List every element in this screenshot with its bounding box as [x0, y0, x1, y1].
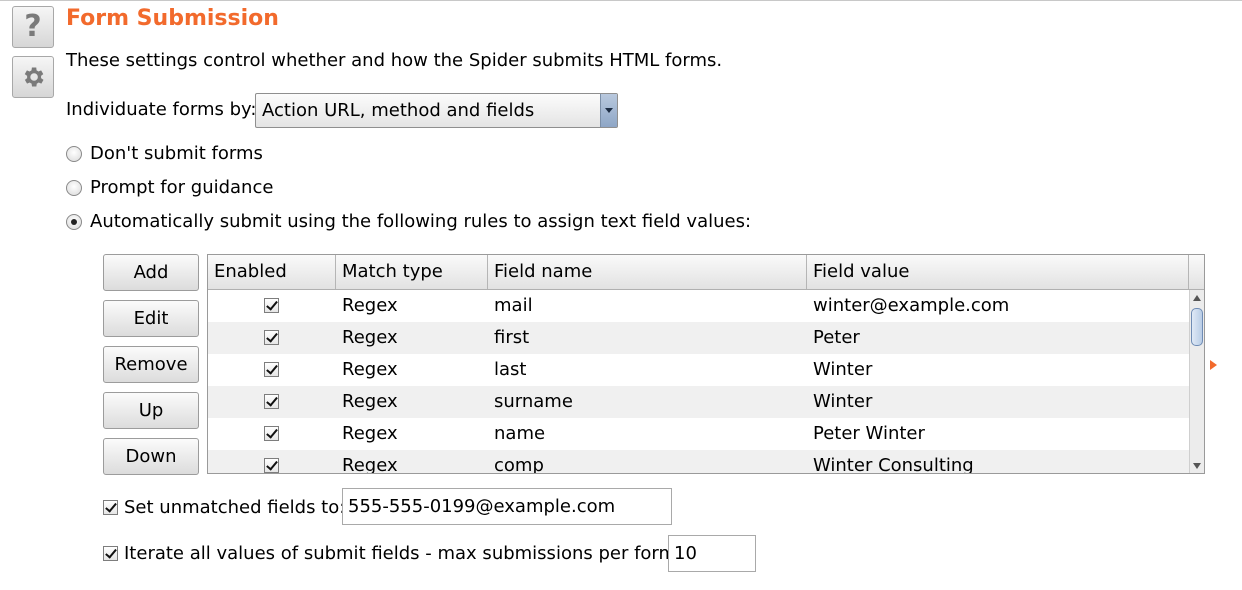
enabled-checkbox[interactable]: [264, 394, 279, 409]
column-header-field-name[interactable]: Field name: [488, 255, 807, 289]
top-divider: [0, 0, 1242, 1]
table-row[interactable]: Regex first Peter: [208, 322, 1189, 354]
radio-auto-submit[interactable]: Automatically submit using the following…: [66, 211, 751, 232]
column-header-match-type[interactable]: Match type: [336, 255, 488, 289]
question-mark-icon: ?: [24, 9, 42, 44]
match-type-cell: Regex: [342, 391, 398, 412]
enabled-checkbox[interactable]: [264, 330, 279, 345]
field-name-cell: comp: [494, 455, 544, 474]
match-type-cell: Regex: [342, 423, 398, 444]
settings-button[interactable]: [12, 56, 54, 98]
field-value-cell: Winter Consulting: [813, 455, 974, 474]
scroll-down-icon[interactable]: [1193, 463, 1201, 469]
match-type-cell: Regex: [342, 359, 398, 380]
help-button[interactable]: ?: [12, 6, 54, 48]
field-value-cell: Winter: [813, 359, 873, 380]
field-name-cell: name: [494, 423, 546, 444]
enabled-checkbox[interactable]: [264, 298, 279, 313]
expand-arrow-icon[interactable]: [1210, 360, 1217, 370]
enabled-checkbox[interactable]: [264, 362, 279, 377]
table-row[interactable]: Regex comp Winter Consulting: [208, 450, 1189, 474]
table-row[interactable]: Regex name Peter Winter: [208, 418, 1189, 450]
rules-table: Enabled Match type Field name Field valu…: [207, 254, 1205, 474]
radio-prompt-guidance[interactable]: Prompt for guidance: [66, 177, 273, 198]
field-value-cell: Peter Winter: [813, 423, 925, 444]
radio-label: Don't submit forms: [90, 143, 263, 164]
dropdown-arrow-icon: [600, 94, 617, 127]
field-name-cell: last: [494, 359, 527, 380]
individuate-selected-value: Action URL, method and fields: [262, 100, 535, 121]
enabled-checkbox[interactable]: [264, 458, 279, 473]
field-name-cell: mail: [494, 295, 533, 316]
max-submissions-input[interactable]: [668, 535, 756, 572]
match-type-cell: Regex: [342, 295, 398, 316]
unmatched-checkbox[interactable]: [103, 500, 118, 515]
radio-button[interactable]: [66, 179, 82, 196]
individuate-label: Individuate forms by:: [66, 99, 257, 120]
section-title: Form Submission: [66, 6, 279, 31]
individuate-select[interactable]: Action URL, method and fields: [255, 93, 618, 128]
column-header-field-value[interactable]: Field value: [807, 255, 1189, 289]
edit-button[interactable]: Edit: [103, 300, 199, 337]
add-button[interactable]: Add: [103, 254, 199, 291]
unmatched-option[interactable]: Set unmatched fields to:: [103, 497, 345, 518]
radio-button[interactable]: [66, 213, 82, 230]
section-description: These settings control whether and how t…: [66, 50, 723, 71]
up-button[interactable]: Up: [103, 392, 199, 429]
column-header-enabled[interactable]: Enabled: [208, 255, 336, 289]
scroll-up-icon[interactable]: [1193, 295, 1201, 301]
remove-button[interactable]: Remove: [103, 346, 199, 383]
field-name-cell: surname: [494, 391, 573, 412]
table-header: Enabled Match type Field name Field valu…: [208, 255, 1204, 290]
iterate-checkbox[interactable]: [103, 546, 118, 561]
field-value-cell: Winter: [813, 391, 873, 412]
enabled-checkbox[interactable]: [264, 426, 279, 441]
field-value-cell: winter@example.com: [813, 295, 1010, 316]
gear-icon: [24, 67, 44, 87]
down-button[interactable]: Down: [103, 438, 199, 475]
unmatched-value-input[interactable]: [342, 488, 672, 525]
match-type-cell: Regex: [342, 327, 398, 348]
scroll-thumb[interactable]: [1191, 308, 1203, 346]
table-row[interactable]: Regex mail winter@example.com: [208, 290, 1189, 322]
iterate-label: Iterate all values of submit fields - ma…: [124, 543, 683, 564]
unmatched-label: Set unmatched fields to:: [124, 497, 346, 518]
match-type-cell: Regex: [342, 455, 398, 474]
radio-button[interactable]: [66, 145, 82, 162]
field-name-cell: first: [494, 327, 530, 348]
table-row[interactable]: Regex last Winter: [208, 354, 1189, 386]
table-row[interactable]: Regex surname Winter: [208, 386, 1189, 418]
radio-label: Automatically submit using the following…: [90, 211, 752, 232]
vertical-scrollbar[interactable]: [1189, 290, 1204, 473]
radio-label: Prompt for guidance: [90, 177, 274, 198]
iterate-option[interactable]: Iterate all values of submit fields - ma…: [103, 543, 682, 564]
field-value-cell: Peter: [813, 327, 860, 348]
radio-dont-submit[interactable]: Don't submit forms: [66, 143, 263, 164]
table-body: Regex mail winter@example.com Regex first Pet…: [208, 290, 1189, 474]
